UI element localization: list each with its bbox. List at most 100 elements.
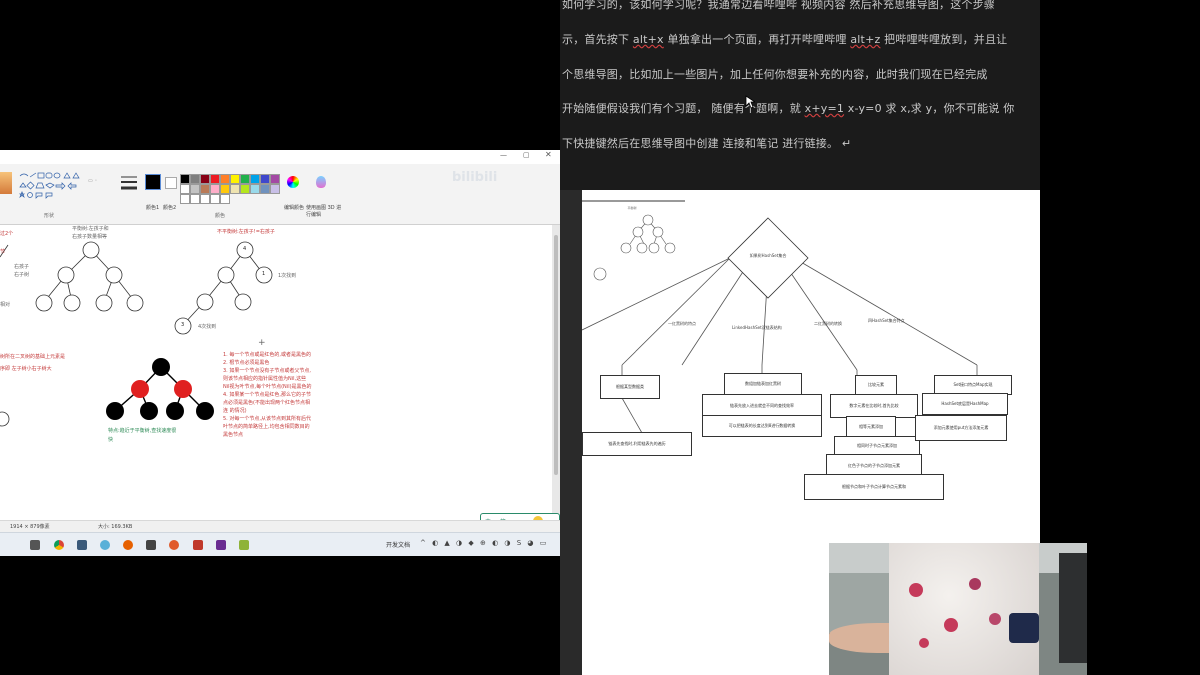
flow-node-2a[interactable]: 数组加链表加红黑树 xyxy=(724,373,802,395)
tray-text: 开发文档 xyxy=(386,542,411,549)
flow-node-3b[interactable]: 数字元素在比较时,首先比较 xyxy=(830,394,918,418)
svg-text:+: + xyxy=(258,338,266,348)
rb-leaf-1 xyxy=(106,402,124,420)
color2-swatch[interactable] xyxy=(165,177,177,189)
doc-line-2a: 示，首先按下 xyxy=(562,33,630,46)
rule-line: 4. 如果某一个节点是红色,那么它的子节 xyxy=(223,392,311,398)
note-right-child: 右孩子 xyxy=(14,264,30,270)
flow-node-1[interactable]: 根据某型数据类 xyxy=(600,375,660,399)
firefox-icon[interactable] xyxy=(123,540,133,550)
line-size-icon[interactable] xyxy=(120,174,138,192)
balanced-title-1: 平衡树:左孩子和 xyxy=(72,226,109,232)
minimize-icon[interactable]: — xyxy=(500,151,507,159)
color1-swatch[interactable] xyxy=(145,174,161,190)
note-right-subtree: 右子树 xyxy=(14,272,30,278)
paint3d-icon[interactable] xyxy=(316,176,326,188)
unbalanced-title: 不平衡树:左孩子!=右孩子 xyxy=(217,229,275,235)
doc-key-2: alt+z xyxy=(850,33,881,46)
rb-node-left xyxy=(131,380,149,398)
chrome-icon[interactable] xyxy=(54,540,64,550)
color-palette[interactable] xyxy=(180,174,280,204)
doc-line-4: 开始随便假设我们有个习题， 随便有个题啊，就 x+y=1 x-y=0 求 x,求… xyxy=(562,100,1014,116)
flow-edge-label-2: LinkedHashSet双链表结构 xyxy=(732,325,782,330)
paint-app-icon[interactable] xyxy=(239,540,249,550)
webcam-monitor-edge xyxy=(1059,553,1087,663)
app-icon-5[interactable] xyxy=(193,540,203,550)
paint-ribbon: 形状 ▭ ◦ 颜色1 颜色2 颜色 编辑颜色 使用画图 3D 进行编辑 bili… xyxy=(0,164,560,225)
flow-node-4a[interactable]: Set接口特点Map实现 xyxy=(934,375,1012,395)
flow-edge-label-3: 二红黑树的转换 xyxy=(814,321,842,326)
doc-line-1: 如何学习的，该如何学习呢？我通常边看哔哩哔 视频内容 然后补充思维导图，这个步骤 xyxy=(562,0,995,11)
shapes-gallery-icon[interactable] xyxy=(18,172,82,200)
rb-leaf-4 xyxy=(196,402,214,420)
doc-line-4c: x-y=0 求 x,求 y，你不可能说 你 xyxy=(847,102,1015,115)
flow-edge-label-4: 四HashSet集合特点 xyxy=(868,318,905,323)
app-icon-6[interactable] xyxy=(216,540,226,550)
vertical-scrollbar[interactable] xyxy=(552,225,560,515)
maximize-icon[interactable]: ▢ xyxy=(523,151,530,159)
flow-edge-label-1: 一红黑树的特点 xyxy=(668,321,696,326)
rb-node-root xyxy=(152,358,170,376)
close-icon[interactable]: ✕ xyxy=(545,150,552,159)
doc-line-2b: 单独拿出一个页面，再打开哔哩哔哩 xyxy=(667,33,847,46)
flow-node-4b[interactable]: HashSet底层是HashMap xyxy=(922,393,1008,415)
outline-button[interactable]: ▭ ◦ xyxy=(88,178,97,184)
rule-line: 1. 每一个节点或是红色的,或者是黑色的 xyxy=(223,352,311,358)
windows-taskbar: 开发文档 ^ ◐ ▲ ◑ ◆ ⊕ ◐ ◑ S ◕ ▭ xyxy=(0,532,560,556)
app-icon-4[interactable] xyxy=(169,540,179,550)
app-icon-3[interactable] xyxy=(146,540,156,550)
app-icon-1[interactable] xyxy=(77,540,87,550)
file-size: 大小: 169.3KB xyxy=(98,524,133,530)
scrollbar-thumb[interactable] xyxy=(554,235,558,475)
system-tray-icons[interactable]: ^ ◐ ▲ ◑ ◆ ⊕ ◐ ◑ S ◕ ▭ xyxy=(420,539,548,547)
webcam-overlay xyxy=(829,543,1087,675)
red-black-tree xyxy=(106,358,214,420)
document-pane: 如何学习的，该如何学习呢？我通常边看哔哩哔 视频内容 然后补充思维导图，这个步骤… xyxy=(560,0,1040,190)
ribbon-group-shapes: 形状 xyxy=(44,213,55,219)
flow-node-3f[interactable]: 根据节点和叶子节点计算节点元素和 xyxy=(804,474,944,500)
color2-label: 颜色2 xyxy=(163,205,177,211)
edit-colors-icon[interactable] xyxy=(287,176,299,188)
rule-line: 黑色节点 xyxy=(223,432,244,438)
rule-line: 3. 如果一个节点没有子节点或者父节点, xyxy=(223,368,311,374)
rule-line: 5. 对每一个节点,从该节点到其所有后代 xyxy=(223,416,311,422)
node-3-caption: 4次找到 xyxy=(198,324,217,330)
node-1-caption: 1次找到 xyxy=(278,273,297,279)
flow-node-left[interactable]: 链表先查找时,利用链表先的遍历 xyxy=(582,432,692,456)
svg-text:平衡树: 平衡树 xyxy=(627,205,636,210)
note-left-2: 节 xyxy=(0,249,6,255)
flow-node-4c[interactable]: 添加元素使用put方法添加元素 xyxy=(915,415,1007,441)
note-left-3: 相对 xyxy=(0,302,11,308)
rule-line: 点必须是黑色(不能出现两个红色节点相 xyxy=(223,400,310,406)
brush-tool-icon[interactable] xyxy=(0,172,12,194)
node-4-label: 4 xyxy=(243,246,247,252)
rule-line: 则该节点相应的指针属性值为Nil,这些 xyxy=(223,376,307,382)
rb-leaf-3 xyxy=(166,402,184,420)
app-icon-2[interactable] xyxy=(100,540,110,550)
rb-node-right xyxy=(174,380,192,398)
task-view-icon[interactable] xyxy=(30,540,40,550)
flow-node-3a[interactable]: 比较元素 xyxy=(855,375,897,395)
doc-line-2: 示，首先按下 alt+x 单独拿出一个页面，再打开哔哩哔哩 alt+z 把哔哩哔… xyxy=(562,31,1007,47)
rb-caption-1: 特点:趋近于平衡树,查找速度很 xyxy=(108,428,177,434)
edit-colors-label: 编辑颜色 xyxy=(284,205,305,211)
balanced-title-2: 右孩子数量相等 xyxy=(72,234,108,240)
flow-node-3d[interactable]: 相同时子节点元素添加 xyxy=(834,436,920,456)
rb-caption-2: 快 xyxy=(108,437,114,443)
doc-key-1: alt+x xyxy=(632,33,664,46)
flow-node-3c[interactable]: 相等元素添加 xyxy=(846,416,896,438)
doc-line-4a: 开始随便假设我们有个习题， 随便有个题啊，就 xyxy=(562,102,801,115)
doc-line-5: 下快捷键然后在思维导图中创建 连接和笔记 进行链接。 ↵ xyxy=(562,137,852,150)
rule-line: 2. 根节点必须是黑色 xyxy=(223,360,270,366)
rule-line: 连 的情况) xyxy=(223,408,247,414)
flow-window-edge xyxy=(560,190,582,675)
flow-node-2c[interactable]: 可以把链表的长度达到8进行数据转换 xyxy=(702,415,822,437)
paint-canvas[interactable]: + 过2个 节 右孩子 右子树 相对 树所在二叉树的基础上元素是 序即 左子树小… xyxy=(0,225,552,515)
ribbon-group-colors: 颜色 xyxy=(215,213,226,219)
paint3d-label: 使用画图 3D 进行编辑 xyxy=(306,205,342,218)
rule-line: 叶节点的简单路径上,均包含相同数目的 xyxy=(223,424,310,430)
node-1-label: 1 xyxy=(262,271,266,277)
paint-title-bar: — ▢ ✕ xyxy=(0,150,560,164)
flow-diamond-label: 如果树HashSet集合 xyxy=(749,253,787,258)
note-left-5: 序即 左子树小右子树大 xyxy=(0,366,52,372)
